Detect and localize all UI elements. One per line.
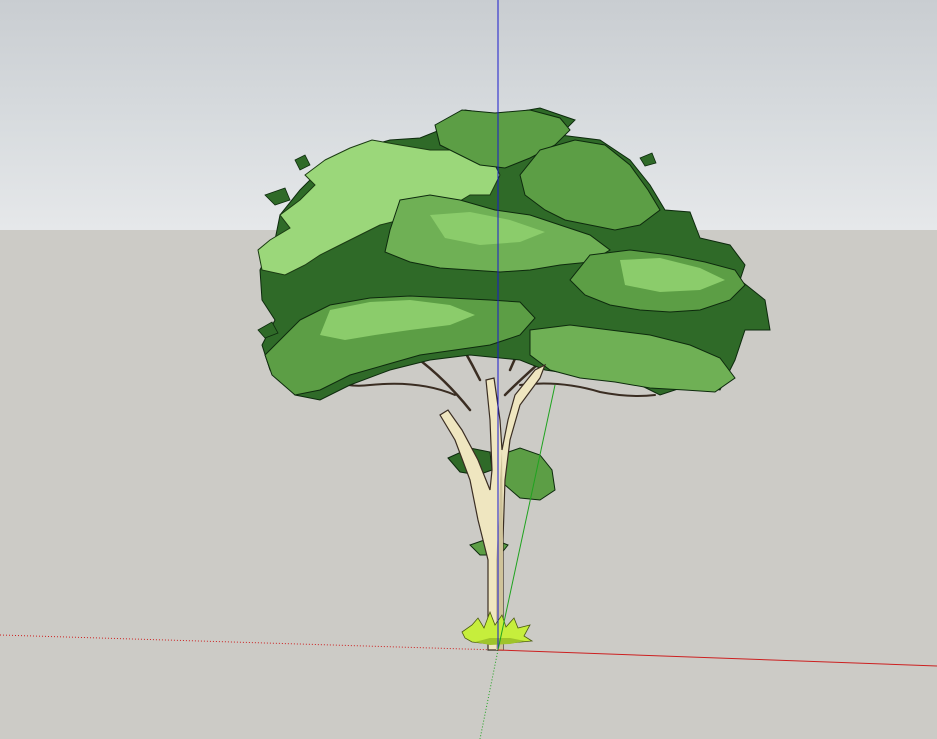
tree-trunk bbox=[439, 363, 547, 651]
red-axis-negative bbox=[0, 634, 499, 651]
leaf-cluster-left bbox=[264, 187, 291, 206]
modeling-viewport[interactable] bbox=[0, 0, 937, 739]
leaf-cluster-topright bbox=[639, 152, 657, 167]
tree-model[interactable] bbox=[257, 107, 771, 651]
red-axis bbox=[497, 649, 937, 667]
scene-canvas[interactable] bbox=[0, 0, 937, 739]
green-axis-negative bbox=[479, 649, 499, 739]
leaf-cluster-topleft bbox=[294, 154, 311, 171]
